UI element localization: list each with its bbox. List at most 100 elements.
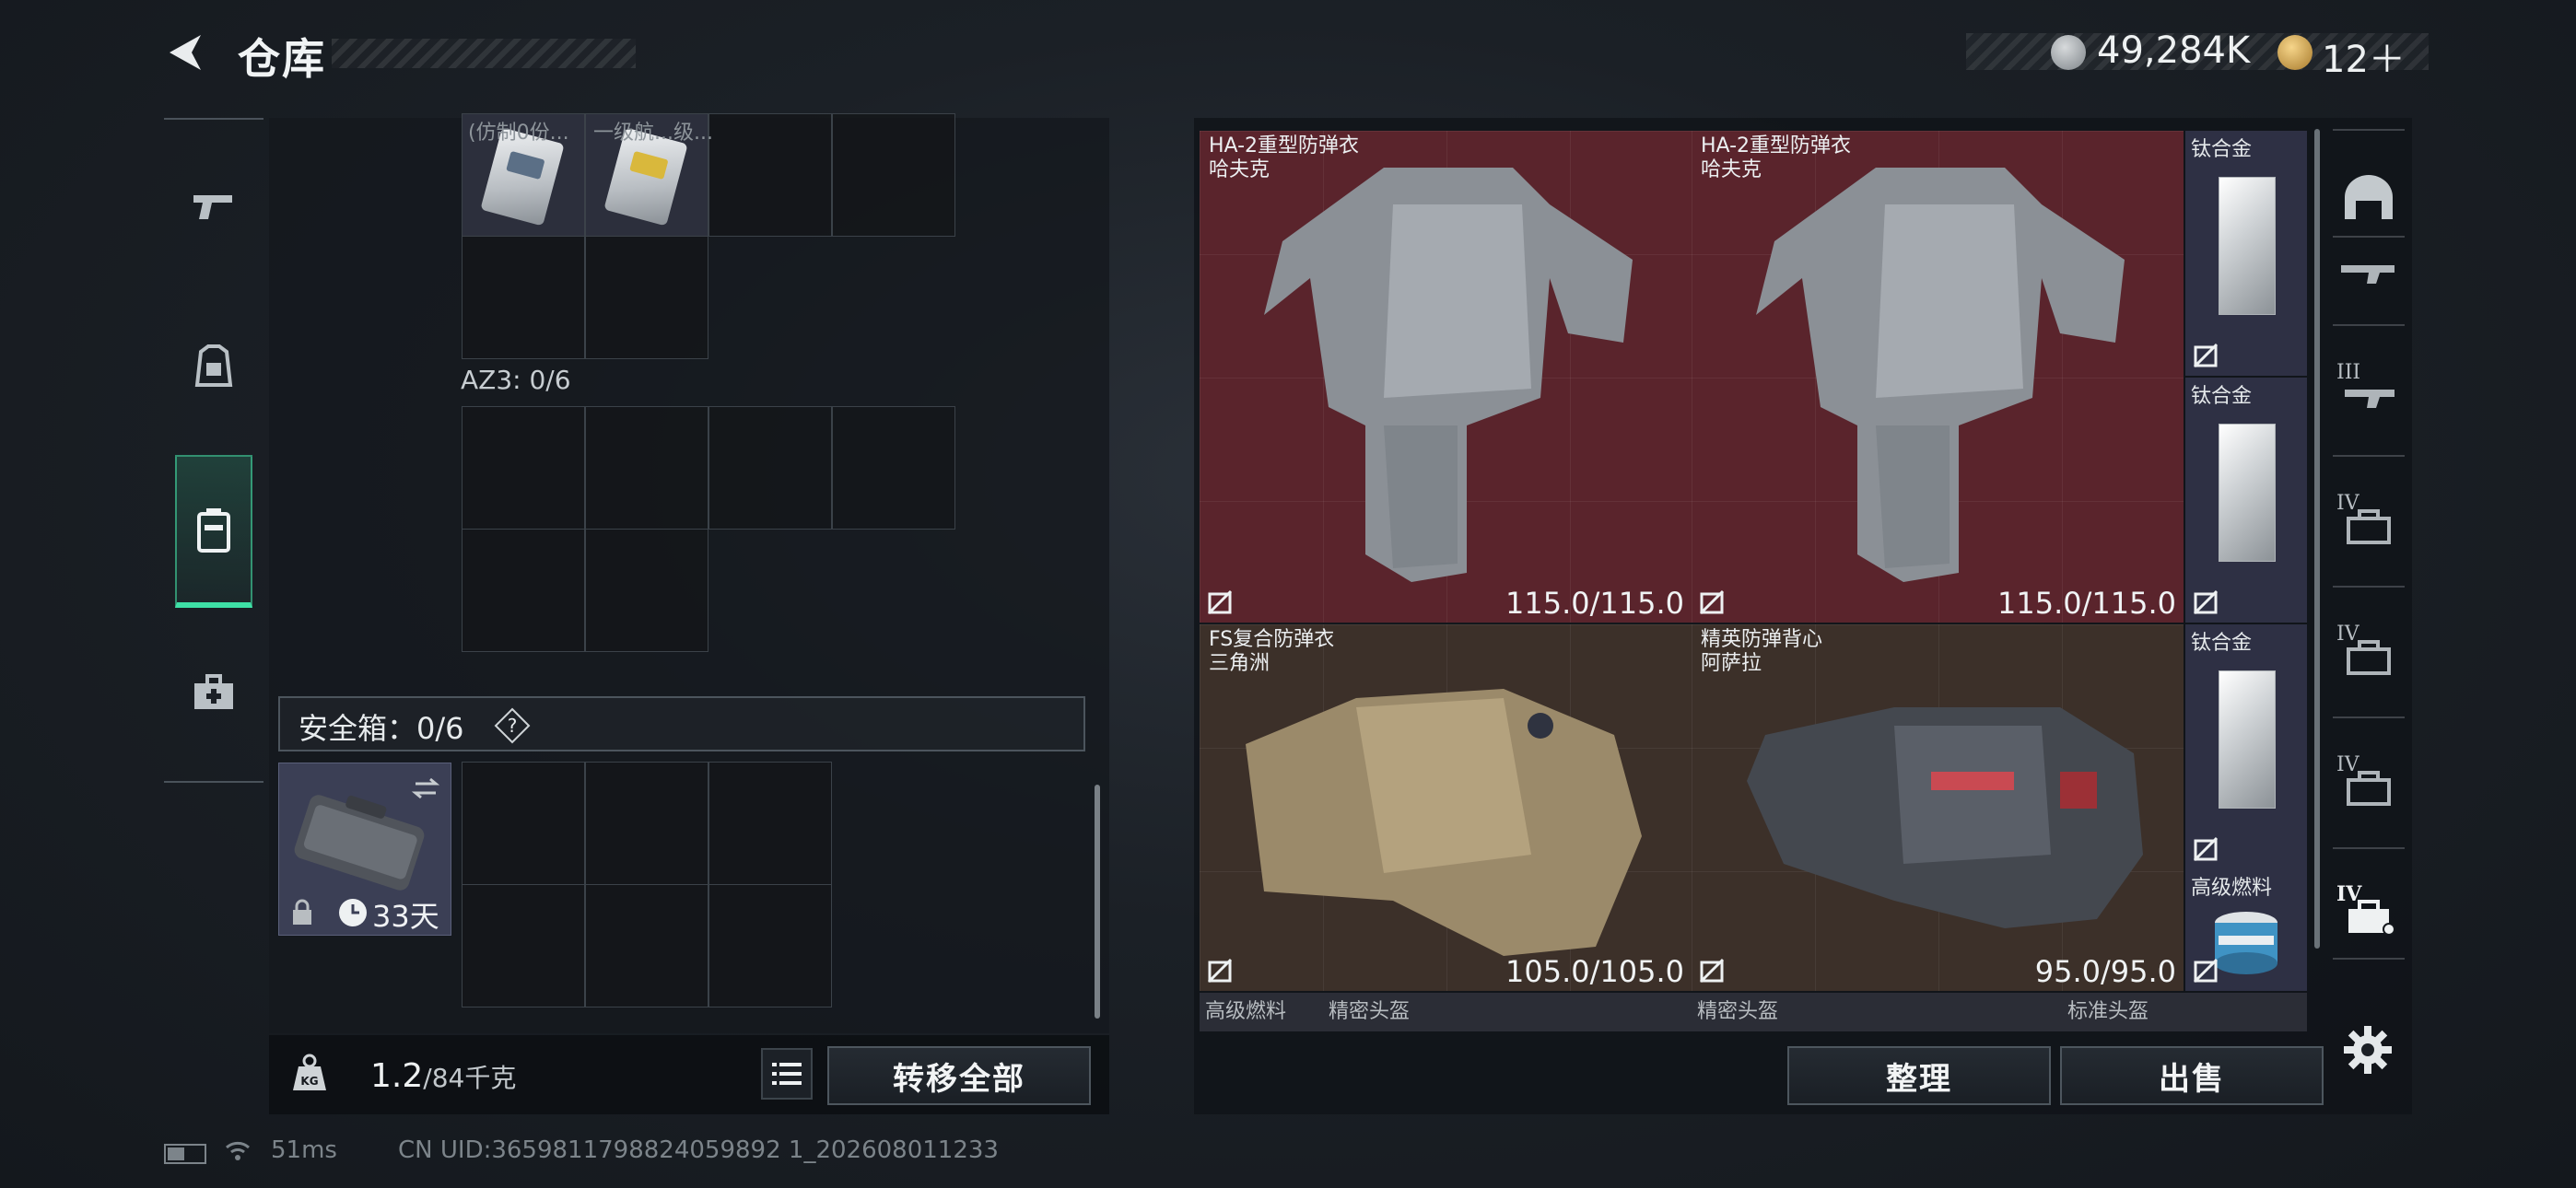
armor-name: 精英防弹背心 阿萨拉	[1701, 628, 1823, 675]
help-icon[interactable]: ?	[494, 707, 531, 744]
armor-slot-4[interactable]: 精英防弹背心 阿萨拉 95.0/95.0	[1692, 624, 2184, 991]
rnav-rifle[interactable]	[2336, 241, 2401, 306]
next-item-label[interactable]: 精密头盔	[1329, 995, 1410, 1024]
empty-cell[interactable]	[462, 236, 585, 359]
az3-capacity-label: AZ3: 0/6	[461, 365, 571, 395]
empty-cell[interactable]	[832, 406, 955, 530]
heavy-vest-icon	[1756, 168, 2125, 582]
armor-slot-2[interactable]: HA-2重型防弹衣 哈夫克 115.0/115.0	[1692, 131, 2184, 623]
empty-cell[interactable]	[462, 762, 585, 885]
rnav-rifle-tier3[interactable]: III	[2336, 361, 2401, 425]
svg-text:KG: KG	[300, 1075, 318, 1088]
empty-cell[interactable]	[462, 884, 585, 1007]
silver-currency-value: 49,284K	[2097, 29, 2251, 72]
fuel-label: 高级燃料	[2191, 877, 2273, 900]
heavy-vest-icon	[1264, 168, 1633, 582]
empty-cell[interactable]	[708, 762, 832, 885]
plate-slot-3[interactable]: 钛合金	[2185, 624, 2307, 869]
uid-readout: CN UID:3659811798824059892 1_20260801123…	[398, 1136, 999, 1164]
rnav-divider	[2333, 129, 2405, 131]
no-insure-icon	[1207, 589, 1233, 615]
no-insure-icon	[2193, 589, 2219, 615]
weight-readout: 1.2/84千克	[370, 1057, 516, 1095]
armor-durability: 115.0/115.0	[1997, 586, 2176, 621]
armor-slot-1[interactable]: HA-2重型防弹衣 哈夫克 115.0/115.0	[1200, 131, 1692, 623]
empty-cell[interactable]	[585, 236, 708, 359]
titanium-plate-icon	[2219, 424, 2276, 562]
organize-button[interactable]: 整理	[1787, 1046, 2051, 1105]
nav-weapons[interactable]	[175, 151, 252, 262]
empty-cell[interactable]	[708, 884, 832, 1007]
gear-icon[interactable]	[2342, 1024, 2394, 1076]
pistol-icon	[193, 195, 232, 219]
rnav-case-tier4-b[interactable]: IV	[2336, 623, 2401, 687]
plate-slot-1[interactable]: 钛合金	[2185, 131, 2307, 376]
armor-name: HA-2重型防弹衣 哈夫克	[1701, 134, 1852, 181]
rnav-divider	[2333, 324, 2405, 326]
tier-label: III	[2336, 361, 2361, 384]
medkit-icon	[194, 674, 233, 709]
empty-cell[interactable]	[832, 113, 955, 237]
list-icon	[772, 1063, 802, 1085]
weight-current: 1.2	[370, 1057, 424, 1095]
nav-storage[interactable]	[175, 455, 252, 608]
list-view-button[interactable]	[761, 1048, 813, 1100]
storage-scrollbar[interactable]	[1095, 785, 1100, 1019]
weight-icon: KG	[293, 1054, 326, 1090]
next-item-label[interactable]: 高级燃料	[1205, 995, 1286, 1024]
plate-label: 钛合金	[2191, 138, 2253, 161]
empty-cell[interactable]	[585, 884, 708, 1007]
nav-armor[interactable]	[175, 313, 252, 424]
rnav-divider	[2333, 455, 2405, 457]
composite-vest-icon	[1246, 689, 1642, 956]
rifle-icon	[2341, 265, 2395, 284]
title-decoration	[332, 39, 636, 68]
rnav-divider	[2333, 716, 2405, 718]
backpack-icon	[197, 508, 230, 553]
gold-currency-value[interactable]: 12＋	[2322, 29, 2406, 83]
rnav-case-tier4-active[interactable]: IV	[2336, 882, 2401, 947]
sell-button[interactable]: 出售	[2060, 1046, 2324, 1105]
page-title: 仓库	[238, 34, 326, 84]
empty-cell[interactable]	[462, 406, 585, 530]
battery-icon	[164, 1144, 206, 1164]
empty-cell[interactable]	[708, 113, 832, 237]
armor-slot-3[interactable]: FS复合防弹衣 三角洲 105.0/105.0	[1200, 624, 1692, 991]
rnav-case-tier4-c[interactable]: IV	[2336, 753, 2401, 818]
fuel-can-icon	[2215, 912, 2277, 974]
armor-name: FS复合防弹衣 三角洲	[1209, 628, 1335, 675]
no-insure-icon	[1699, 589, 1725, 615]
back-arrow-icon[interactable]	[164, 31, 206, 74]
nav-supplies[interactable]	[175, 637, 252, 748]
rnav-divider	[2333, 236, 2405, 238]
empty-cell[interactable]	[462, 529, 585, 652]
gold-coin-icon	[2277, 35, 2313, 70]
rnav-case-tier4-a[interactable]: IV	[2336, 492, 2401, 556]
weight-capacity: /84千克	[423, 1063, 517, 1093]
az3-grid	[462, 406, 956, 652]
no-insure-icon	[1699, 958, 1725, 984]
helmet-icon	[2345, 175, 2393, 219]
transfer-all-button[interactable]: 转移全部	[827, 1046, 1091, 1105]
tier-label: IV	[2336, 492, 2359, 515]
empty-cell[interactable]	[585, 406, 708, 530]
elite-vest-icon	[1747, 707, 2143, 928]
fuel-slot[interactable]: 高级燃料	[2185, 869, 2307, 991]
silver-coin-icon	[2051, 35, 2086, 70]
titanium-plate-icon	[2219, 177, 2276, 315]
rnav-helmet[interactable]	[2336, 166, 2401, 230]
tier-label: IV	[2336, 623, 2359, 646]
plate-label: 钛合金	[2191, 385, 2253, 408]
tier-label: IV	[2336, 882, 2362, 906]
empty-cell[interactable]	[585, 762, 708, 885]
svg-text:?: ?	[508, 715, 518, 737]
inventory-scrollbar[interactable]	[2314, 129, 2320, 949]
plate-slot-2[interactable]: 钛合金	[2185, 378, 2307, 623]
next-item-label[interactable]: 标准头盔	[2067, 995, 2149, 1024]
ping-readout: 51ms	[271, 1136, 337, 1164]
empty-cell[interactable]	[585, 529, 708, 652]
next-item-label[interactable]: 精密头盔	[1697, 995, 1778, 1024]
empty-cell[interactable]	[708, 406, 832, 530]
no-insure-icon	[2193, 343, 2219, 368]
tier-label: IV	[2336, 753, 2359, 776]
